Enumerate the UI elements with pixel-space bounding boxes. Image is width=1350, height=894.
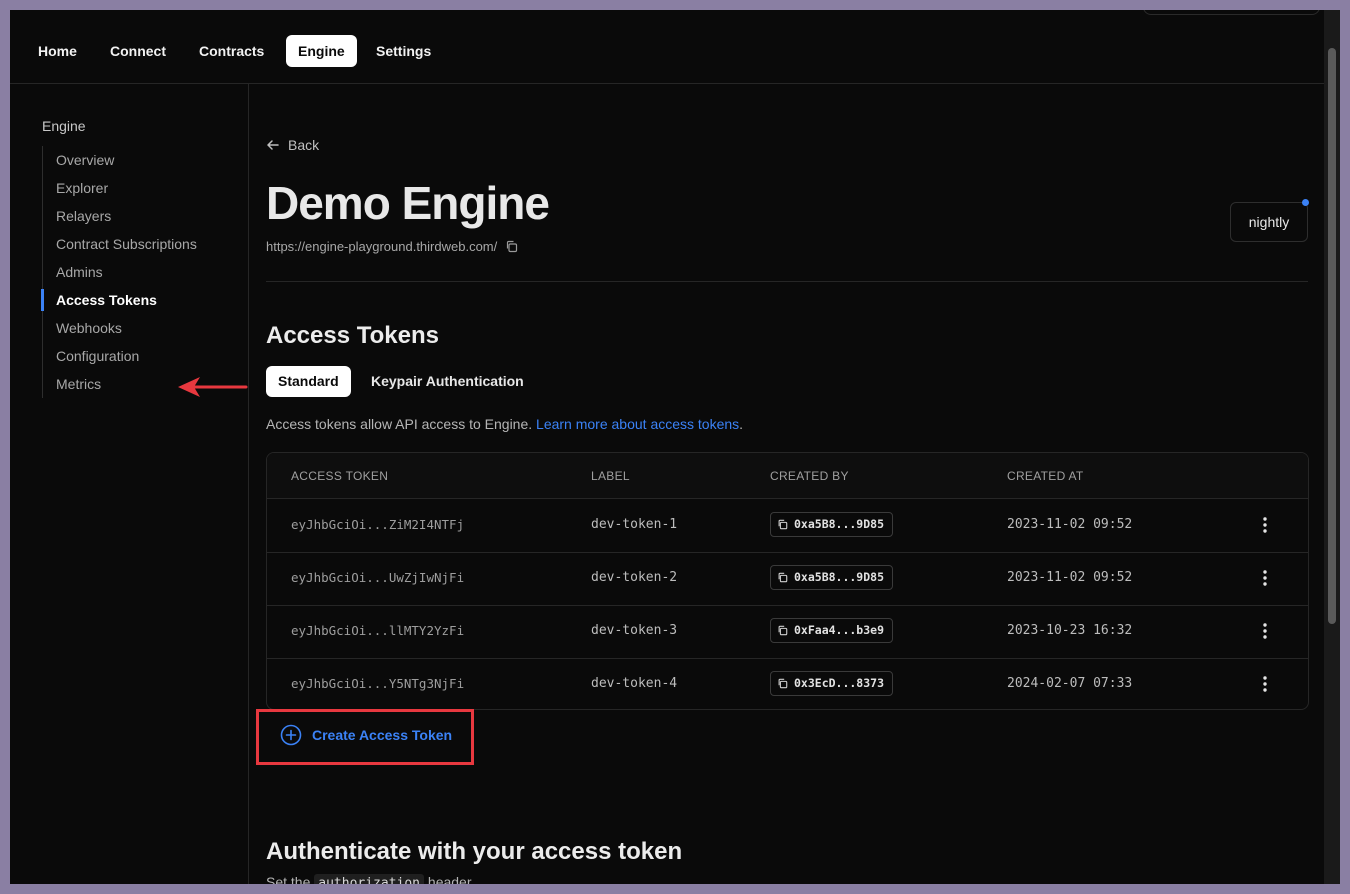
- copy-icon: [778, 625, 788, 636]
- nav-tab-settings[interactable]: Settings: [364, 35, 443, 67]
- nav-tab-home[interactable]: Home: [26, 35, 89, 67]
- more-vertical-icon[interactable]: [1257, 568, 1273, 588]
- divider: [266, 281, 1308, 282]
- back-label: Back: [288, 137, 320, 153]
- token-value: eyJhbGciOi...Y5NTg3NjFi: [291, 676, 465, 691]
- token-value: eyJhbGciOi...ZiM2I4NTFj: [291, 517, 465, 532]
- address-text: 0x3EcD...8373: [794, 676, 885, 690]
- main-content: Back Demo Engine https://engine-playgrou…: [249, 84, 1324, 884]
- created-by-address[interactable]: 0xa5B8...9D85: [770, 565, 894, 590]
- created-at: 2023-11-02 09:52: [1007, 517, 1133, 532]
- arrow-left-icon: [267, 140, 279, 150]
- more-vertical-icon[interactable]: [1257, 515, 1273, 535]
- back-link[interactable]: Back: [266, 137, 319, 153]
- table-row: eyJhbGciOi...llMTY2YzFi dev-token-3 0xFa…: [267, 605, 1308, 659]
- column-header-created-by: CREATED BY: [770, 469, 849, 483]
- created-by-address[interactable]: 0xa5B8...9D85: [770, 512, 894, 537]
- created-by-address[interactable]: 0xFaa4...b3e9: [770, 618, 894, 643]
- create-access-token-label: Create Access Token: [312, 727, 453, 743]
- learn-more-link[interactable]: Learn more about access tokens: [536, 416, 739, 432]
- column-header-access-token: ACCESS TOKEN: [291, 469, 389, 483]
- top-nav: Home Connect Contracts Engine Settings: [10, 10, 1324, 84]
- token-value: eyJhbGciOi...llMTY2YzFi: [291, 623, 465, 638]
- table-row: eyJhbGciOi...ZiM2I4NTFj dev-token-1 0xa5…: [267, 499, 1308, 553]
- table-row: eyJhbGciOi...Y5NTg3NjFi dev-token-4 0x3E…: [267, 658, 1308, 709]
- access-token-description: Access tokens allow API access to Engine…: [266, 416, 743, 432]
- nav-tab-connect[interactable]: Connect: [98, 35, 178, 67]
- engine-url: https://engine-playground.thirdweb.com/: [266, 239, 498, 254]
- created-at: 2024-02-07 07:33: [1007, 676, 1133, 691]
- token-label: dev-token-4: [591, 676, 678, 691]
- copy-icon[interactable]: [505, 240, 518, 253]
- nav-tab-engine[interactable]: Engine: [286, 35, 357, 67]
- app-window: Home Connect Contracts Engine Settings E…: [10, 10, 1324, 884]
- column-header-label: LABEL: [591, 469, 630, 483]
- annotation-arrow: [178, 377, 248, 397]
- instruction-suffix: header.: [427, 874, 475, 884]
- copy-icon: [778, 572, 788, 583]
- tab-standard[interactable]: Standard: [266, 366, 351, 397]
- table-header: ACCESS TOKEN LABEL CREATED BY CREATED AT: [267, 453, 1308, 499]
- header-name-code: authorization: [314, 874, 425, 884]
- more-vertical-icon[interactable]: [1257, 621, 1273, 641]
- highlight-box: Create Access Token: [256, 709, 474, 765]
- token-label: dev-token-3: [591, 623, 678, 638]
- sidebar-list: Overview Explorer Relayers Contract Subs…: [41, 146, 197, 398]
- version-label: nightly: [1248, 214, 1290, 230]
- more-vertical-icon[interactable]: [1257, 674, 1273, 694]
- authenticate-instructions: Set the authorization header.: [266, 874, 475, 884]
- sidebar-heading: Engine: [42, 118, 86, 134]
- nav-tab-contracts[interactable]: Contracts: [187, 35, 276, 67]
- column-header-created-at: CREATED AT: [1007, 469, 1084, 483]
- address-text: 0xa5B8...9D85: [794, 517, 885, 531]
- sidebar-item-webhooks[interactable]: Webhooks: [43, 314, 197, 342]
- access-tokens-table: ACCESS TOKEN LABEL CREATED BY CREATED AT…: [266, 452, 1309, 710]
- copy-icon: [778, 519, 788, 530]
- section-heading-authenticate: Authenticate with your access token: [266, 838, 683, 865]
- description-text: Access tokens allow API access to Engine…: [266, 416, 537, 432]
- page-title: Demo Engine: [266, 177, 550, 229]
- engine-url-row: https://engine-playground.thirdweb.com/: [266, 239, 518, 254]
- update-dot: [1302, 199, 1309, 206]
- created-at: 2023-10-23 16:32: [1007, 623, 1133, 638]
- table-row: eyJhbGciOi...UwZjIwNjFi dev-token-2 0xa5…: [267, 552, 1308, 606]
- token-label: dev-token-1: [591, 517, 678, 532]
- token-value: eyJhbGciOi...UwZjIwNjFi: [291, 570, 465, 585]
- scrollbar[interactable]: [1324, 10, 1340, 884]
- address-text: 0xFaa4...b3e9: [794, 623, 885, 637]
- tab-keypair-authentication[interactable]: Keypair Authentication: [359, 366, 536, 397]
- sidebar-item-admins[interactable]: Admins: [43, 258, 197, 286]
- sidebar-item-metrics[interactable]: Metrics: [43, 370, 197, 398]
- sidebar-item-configuration[interactable]: Configuration: [43, 342, 197, 370]
- created-by-address[interactable]: 0x3EcD...8373: [770, 671, 894, 696]
- scrollbar-thumb[interactable]: [1328, 48, 1336, 624]
- section-heading-access-tokens: Access Tokens: [266, 322, 439, 349]
- sidebar-item-contract-subscriptions[interactable]: Contract Subscriptions: [43, 230, 197, 258]
- created-at: 2023-11-02 09:52: [1007, 570, 1133, 585]
- address-text: 0xa5B8...9D85: [794, 570, 885, 584]
- plus-circle-icon: [280, 724, 302, 746]
- sidebar: Engine Overview Explorer Relayers Contra…: [10, 84, 249, 884]
- sidebar-item-relayers[interactable]: Relayers: [43, 202, 197, 230]
- instruction-prefix: Set the: [266, 874, 311, 884]
- description-end: .: [739, 416, 744, 432]
- token-label: dev-token-2: [591, 570, 678, 585]
- version-badge-button[interactable]: nightly: [1230, 199, 1309, 242]
- sidebar-item-overview[interactable]: Overview: [43, 146, 197, 174]
- sidebar-item-access-tokens[interactable]: Access Tokens: [41, 286, 197, 314]
- copy-icon: [778, 678, 788, 689]
- create-access-token-button[interactable]: Create Access Token: [280, 724, 452, 746]
- sidebar-item-explorer[interactable]: Explorer: [43, 174, 197, 202]
